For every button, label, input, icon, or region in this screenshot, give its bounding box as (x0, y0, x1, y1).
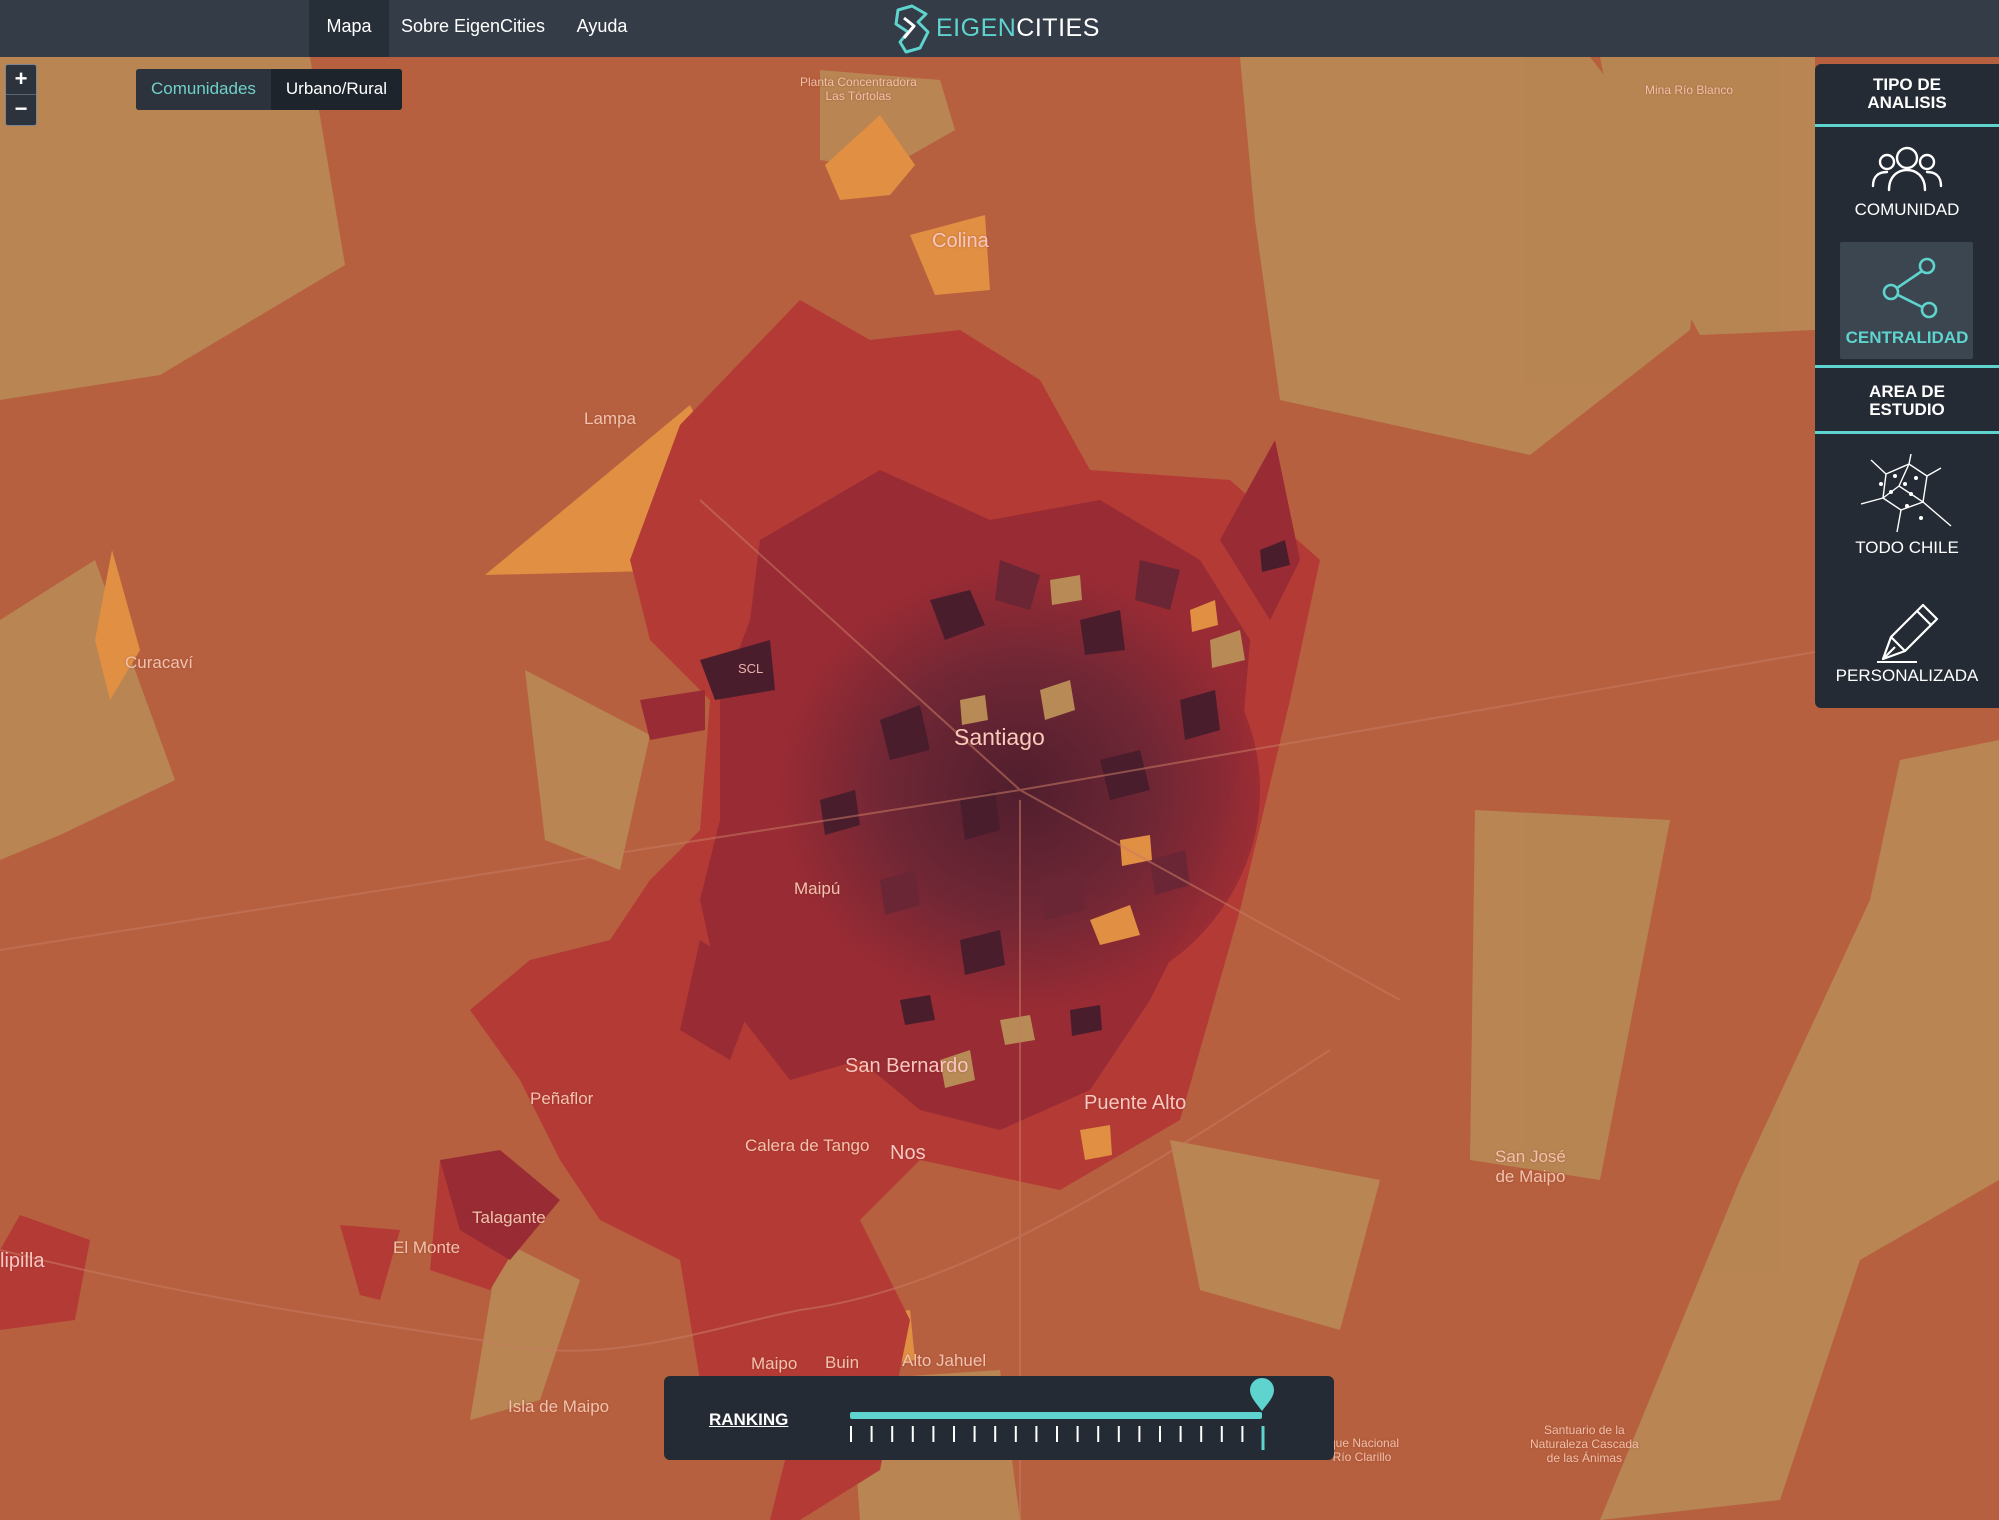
brand-logo[interactable]: EIGEN CITIES (890, 0, 1100, 57)
place-label: Peñaflor (530, 1089, 594, 1108)
place-label: Talagante (472, 1208, 546, 1227)
todo-chile-label: TODO CHILE (1855, 538, 1959, 557)
place-label: Nos (890, 1142, 926, 1164)
place-label: San José de Maipo (1495, 1147, 1566, 1186)
place-label: Colina (932, 230, 989, 252)
top-navbar: Mapa Sobre EigenCities Ayuda EIGEN CITIES (0, 0, 1999, 57)
ranking-label: RANKING (709, 1410, 789, 1429)
pen-icon (1877, 603, 1939, 663)
place-label: Lampa (584, 409, 636, 428)
centralidad-label: CENTRALIDAD (1845, 328, 1969, 347)
place-label: El Monte (393, 1238, 461, 1257)
personalizada-button[interactable]: PERSONALIZADA (1815, 596, 1999, 706)
voronoi-icon (1861, 454, 1952, 533)
place-label: rque Nacional Río Clarillo (1325, 1436, 1400, 1464)
centralidad-button[interactable]: CENTRALIDAD (1815, 242, 1999, 359)
voronoi-map (0, 57, 1999, 1520)
place-label: SCL (738, 661, 764, 676)
brand-name-part2: CITIES (1016, 14, 1100, 42)
place-label: Santiago (954, 724, 1045, 750)
comunidad-button[interactable]: COMUNIDAD (1815, 128, 1999, 236)
place-label: Maipú (794, 879, 841, 898)
todo-chile-button[interactable]: TODO CHILE (1815, 436, 1999, 566)
place-label: Calera de Tango (745, 1136, 870, 1155)
place-label: Curacaví (125, 653, 194, 672)
zoom-out-button[interactable]: − (6, 94, 36, 124)
place-label: Puente Alto (1084, 1092, 1187, 1114)
place-label: Santuario de la Naturaleza Cascada de las … (1530, 1423, 1639, 1465)
ranking-ticks (850, 1426, 1265, 1450)
toggle-urbano-rural[interactable]: Urbano/Rural (270, 69, 403, 110)
divider (1815, 431, 1999, 434)
analysis-panel: TIPO DE ANALISIS COMUNIDAD CENTRALIDAD A… (1815, 64, 1999, 708)
analysis-type-title: TIPO DE ANALISIS (1867, 75, 1947, 112)
users-icon (1871, 146, 1943, 192)
ranking-slider-handle[interactable] (1247, 1377, 1277, 1413)
brand-name-part1: EIGEN (936, 14, 1017, 42)
divider (1815, 365, 1999, 368)
place-label: Mina Río Blanco (1645, 83, 1734, 97)
layer-toggle: Comunidades Urbano/Rural (136, 69, 403, 110)
network-icon (1882, 257, 1938, 319)
nav-item-mapa[interactable]: Mapa (309, 0, 389, 57)
study-area-title: AREA DE ESTUDIO (1869, 382, 1945, 419)
place-label: Buin (825, 1353, 860, 1372)
divider (1815, 124, 1999, 127)
toggle-comunidades[interactable]: Comunidades (136, 69, 271, 110)
ranking-control: RANKING (664, 1376, 1334, 1460)
comunidad-label: COMUNIDAD (1854, 200, 1960, 219)
place-label: Isla de Maipo (508, 1397, 610, 1416)
zoom-in-button[interactable]: + (6, 65, 36, 94)
place-label: Planta Concentradora Las Tórtolas (800, 75, 917, 103)
nav-item-ayuda[interactable]: Ayuda (562, 0, 642, 57)
place-label: Alto Jahuel (902, 1351, 987, 1370)
map-canvas[interactable]: Planta Concentradora Las Tórtolas Mina Rí… (0, 57, 1999, 1520)
nav-item-sobre[interactable]: Sobre EigenCities (393, 0, 553, 57)
eigencities-logo-icon (894, 4, 930, 53)
personalizada-label: PERSONALIZADA (1835, 666, 1979, 685)
place-label: San Bernardo (845, 1055, 969, 1077)
place-label: Maipo (751, 1354, 798, 1373)
place-label: lipilla (0, 1250, 45, 1272)
ranking-slider-track[interactable] (850, 1412, 1262, 1419)
zoom-control: + − (5, 64, 37, 126)
